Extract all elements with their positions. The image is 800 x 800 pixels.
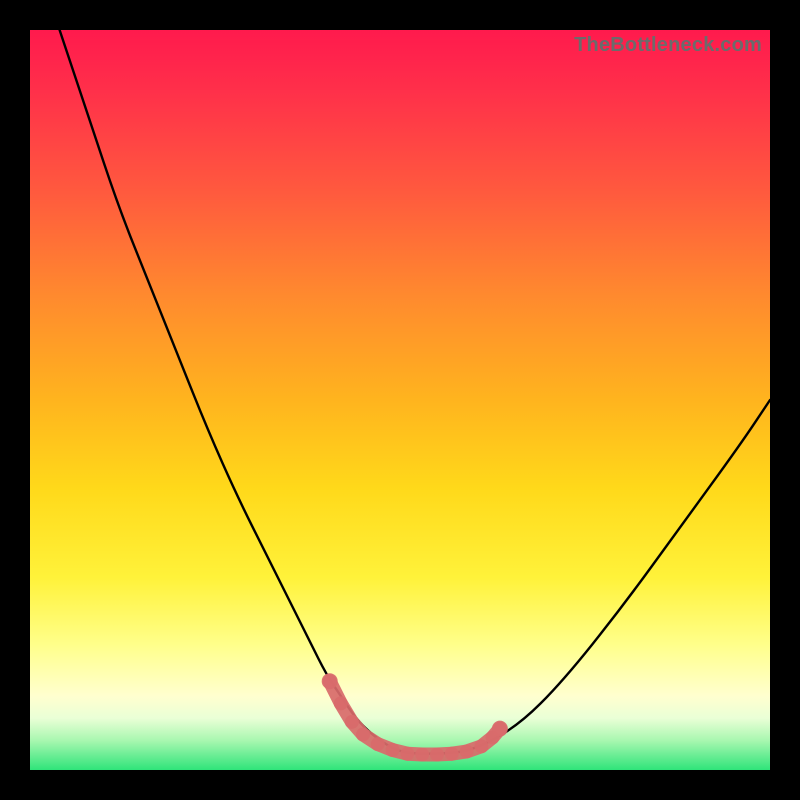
bottleneck-marker-group — [322, 673, 508, 754]
marker-end-dot — [322, 673, 338, 689]
bottleneck-curve — [60, 30, 770, 754]
chart-plot-area: TheBottleneck.com — [30, 30, 770, 770]
chart-overlay-svg — [30, 30, 770, 770]
chart-frame: TheBottleneck.com — [0, 0, 800, 800]
marker-end-dot — [492, 721, 508, 737]
